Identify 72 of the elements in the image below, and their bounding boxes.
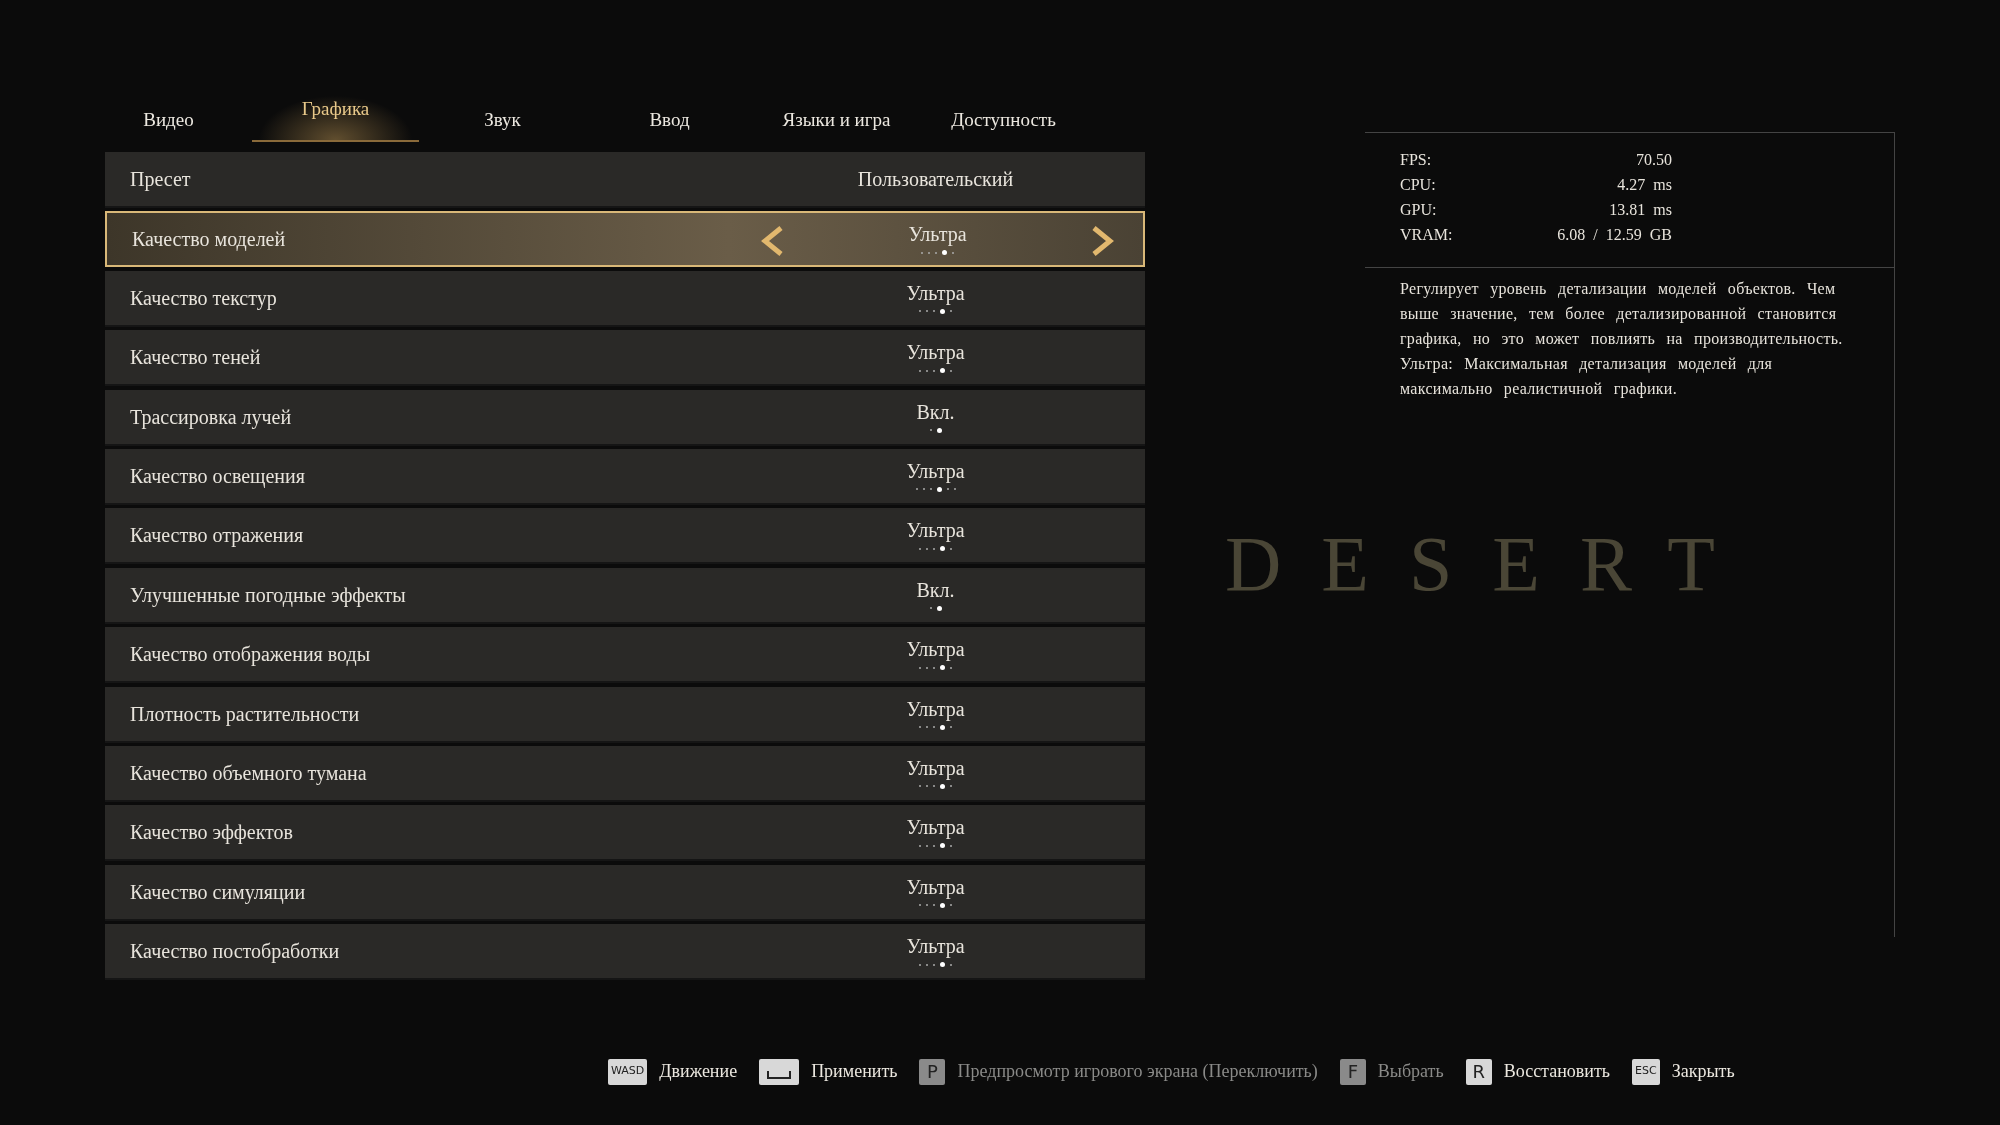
stat-label: VRAM:	[1400, 225, 1453, 245]
chevron-left-icon[interactable]	[759, 226, 785, 257]
stat-value: 6.08 / 12.59 GB	[1557, 225, 1672, 245]
setting-row[interactable]: Качество отображения воды Ультра	[105, 627, 1145, 684]
setting-label: Плотность растительности	[130, 701, 361, 728]
setting-label: Качество объемного тумана	[130, 760, 368, 787]
setting-row[interactable]: Трассировка лучей Вкл.	[105, 389, 1145, 446]
setting-value: Ультра	[906, 458, 965, 483]
setting-row[interactable]: Качество теней Ультра	[105, 330, 1145, 387]
control-hint: Выбрать	[1377, 1060, 1444, 1083]
setting-label: Качество эффектов	[130, 820, 295, 846]
setting-label: Качество отображения воды	[130, 642, 372, 668]
key-label: ESC	[1632, 1058, 1660, 1085]
setting-row[interactable]: Качество моделей Ультра	[105, 211, 1145, 268]
setting-label: Трассировка лучей	[130, 404, 293, 431]
setting-value: Ультра	[906, 755, 965, 780]
stat-label: CPU:	[1400, 175, 1436, 195]
setting-value: Ультра	[906, 340, 965, 365]
setting-row[interactable]: Качество постобработки Ультра	[105, 924, 1145, 981]
description-text: Регулирует уровень детализации моделей объектов. Чем выше значение, тем более детализированной становится графика, но это может повлиять на производительность.	[1400, 279, 1844, 350]
setting-value: Ультра	[906, 280, 965, 305]
setting-row[interactable]: Качество текстур Ультра	[105, 270, 1145, 327]
key-label: R	[1465, 1058, 1492, 1085]
setting-label: Качество симуляции	[130, 879, 307, 906]
stat-label: GPU:	[1400, 200, 1437, 220]
setting-value: Пользовательский	[857, 167, 1014, 191]
setting-label: Качество постобработки	[130, 939, 341, 965]
control-hint: Восстановить	[1503, 1060, 1611, 1083]
setting-row[interactable]: Качество эффектов Ультра	[105, 805, 1145, 862]
control-hint: Движение	[659, 1060, 738, 1083]
setting-value: Вкл.	[916, 399, 955, 424]
background-logo: DESERT	[1225, 519, 1755, 609]
setting-row[interactable]: Улучшенные погодные эффекты Вкл.	[105, 567, 1145, 624]
setting-value: Ультра	[908, 222, 967, 247]
control-hint: Применить	[811, 1060, 898, 1083]
setting-value: Ультра	[906, 934, 965, 959]
setting-value: Ультра	[906, 815, 965, 840]
setting-value: Ультра	[906, 874, 965, 899]
tab[interactable]: Звук	[419, 92, 586, 142]
setting-label: Качество освещения	[130, 463, 306, 490]
chevron-right-icon[interactable]	[1090, 226, 1116, 257]
setting-value: Ультра	[906, 696, 965, 721]
stat-value: 4.27 ms	[1617, 175, 1672, 195]
tab[interactable]: Доступность	[920, 92, 1087, 142]
setting-value: Ультра	[906, 518, 965, 543]
setting-label: Качество моделей	[132, 227, 287, 253]
setting-row[interactable]: Плотность растительности Ультра	[105, 686, 1145, 743]
tab[interactable]: Видео	[85, 92, 252, 142]
stat-value: 13.81 ms	[1609, 200, 1672, 220]
tab[interactable]: Языки и игра	[753, 92, 920, 142]
setting-row[interactable]: Качество отражения Ультра	[105, 508, 1145, 565]
key-label: WASD	[608, 1058, 648, 1085]
setting-row[interactable]: Качество освещения Ультра	[105, 448, 1145, 505]
setting-label: Качество отражения	[130, 523, 305, 549]
description-text: Ультра: Максимальная детализация моделей для максимально реалистичной графики.	[1400, 354, 1774, 400]
setting-value: Вкл.	[916, 577, 955, 602]
stat-value: 70.50	[1636, 150, 1672, 170]
control-hint: Закрыть	[1671, 1060, 1735, 1083]
setting-label: Улучшенные погодные эффекты	[130, 582, 407, 609]
setting-value: Ультра	[906, 637, 965, 662]
setting-row[interactable]: Пресет Пользовательский	[105, 152, 1145, 208]
control-hint: Предпросмотр игрового экрана (Переключить)	[957, 1060, 1318, 1083]
key-label: P	[919, 1058, 946, 1085]
setting-label: Пресет	[130, 167, 192, 193]
stat-label: FPS:	[1400, 150, 1432, 170]
setting-row[interactable]: Качество объемного тумана Ультра	[105, 745, 1145, 802]
spacebar-key-icon	[759, 1058, 800, 1085]
tab[interactable]: Ввод	[586, 92, 753, 142]
setting-label: Качество теней	[130, 345, 262, 371]
setting-label: Качество текстур	[130, 285, 278, 312]
setting-row[interactable]: Качество симуляции Ультра	[105, 864, 1145, 921]
key-label: F	[1339, 1058, 1366, 1085]
